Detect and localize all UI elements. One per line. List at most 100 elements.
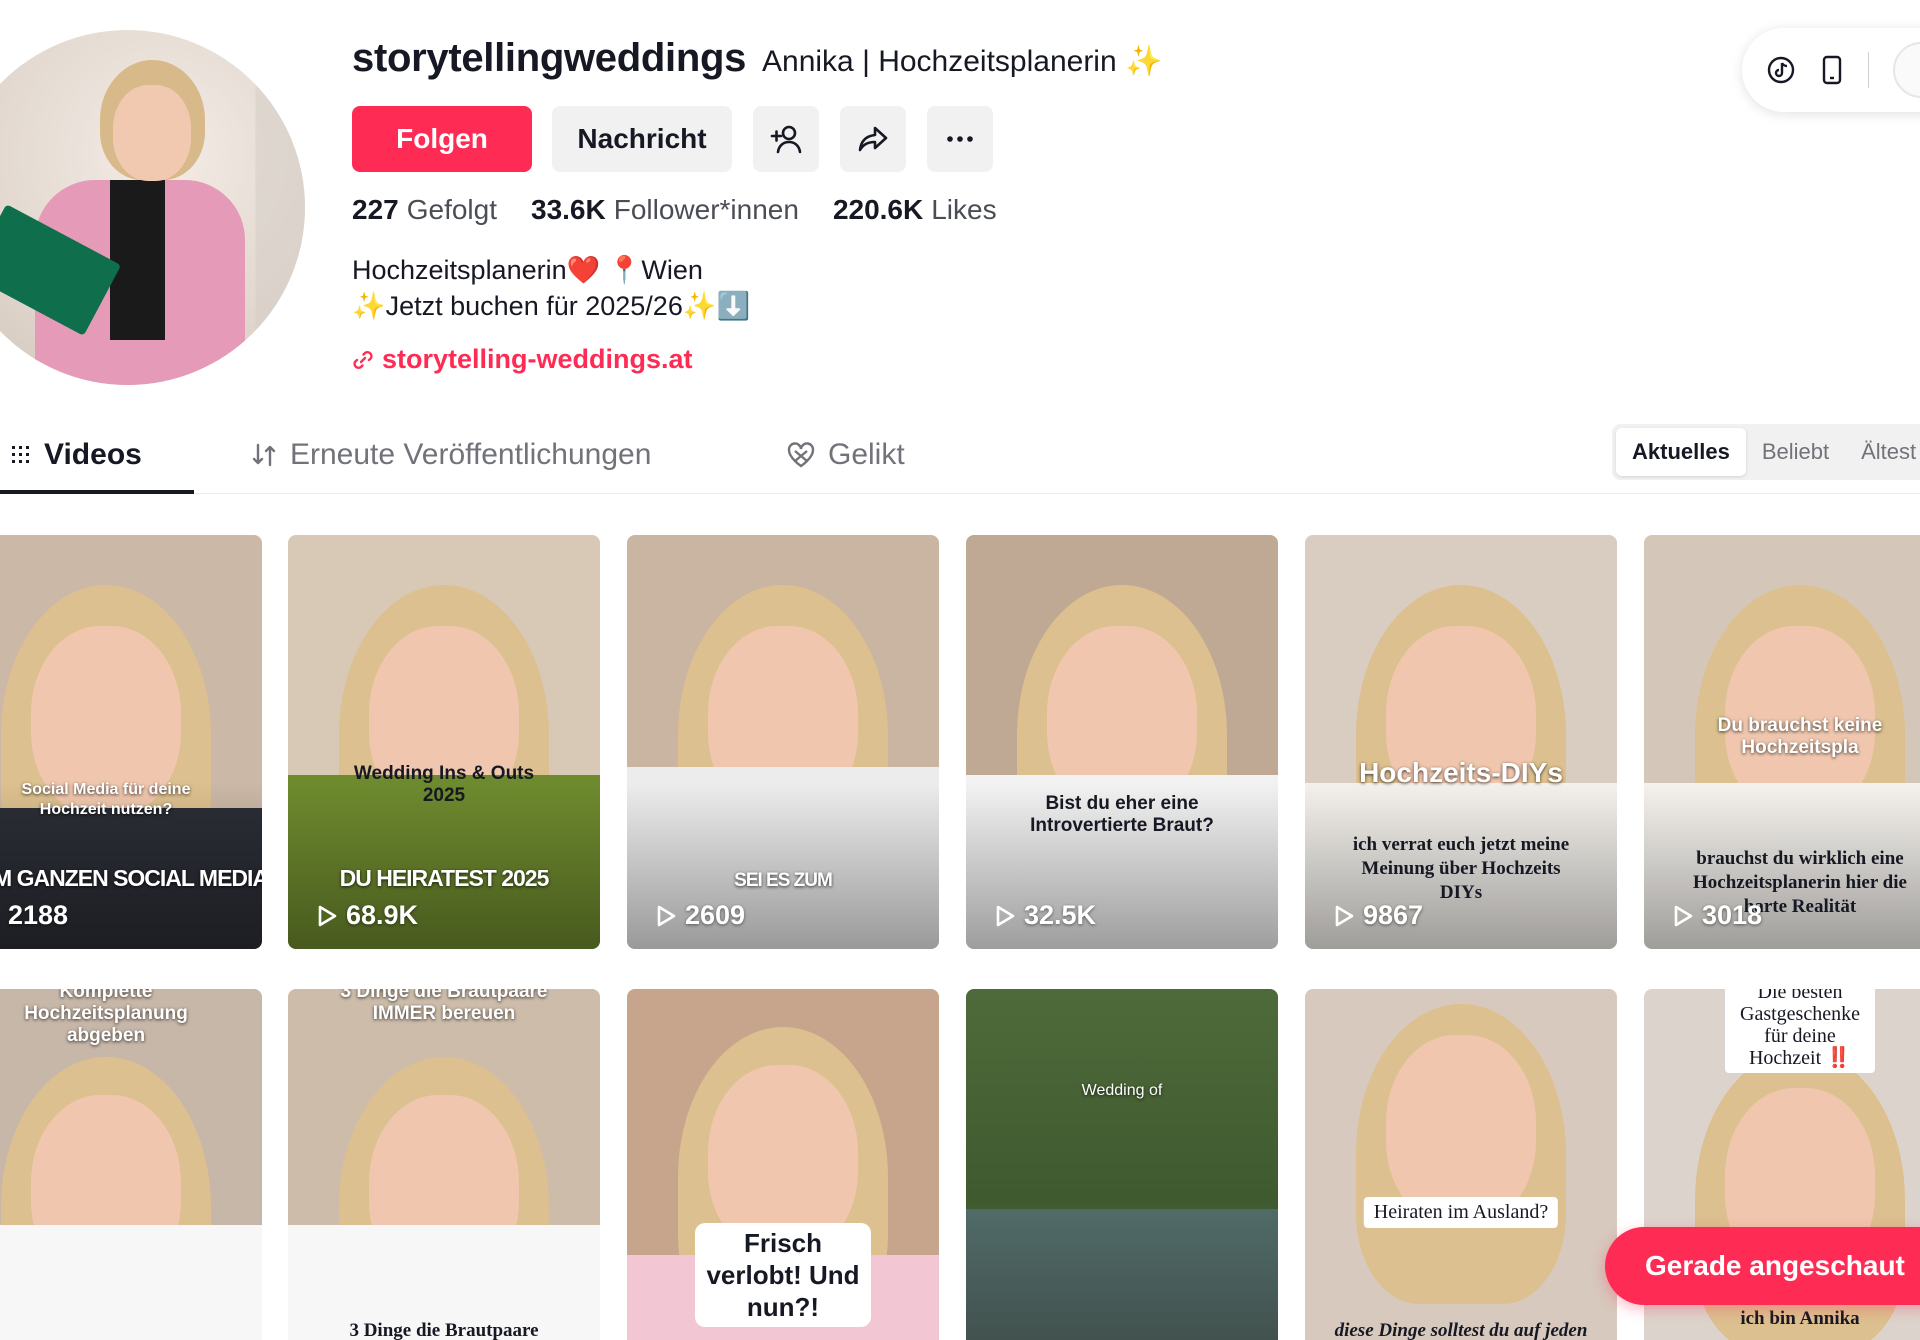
sort-toggle: Aktuelles Beliebt Ältest <box>1612 424 1920 480</box>
view-count: 9867 <box>1333 900 1423 931</box>
sparkle-emoji: ✨ <box>1125 45 1163 78</box>
video-caption: Komplette Hochzeitsplanung abgeben <box>24 989 188 1046</box>
play-icon <box>1335 905 1354 926</box>
profile-nickname: Annika | Hochzeitsplanerin ✨ <box>762 44 1162 79</box>
video-caption: Bist du eher eine Introvertierte Braut? <box>1030 793 1214 836</box>
video-caption: ich verrat euch jetzt meine Meinung über… <box>1352 834 1570 903</box>
video-caption-box: Die besten Gastgeschenke für deine Hochz… <box>1725 989 1875 1073</box>
thumbnail-guests <box>966 1209 1278 1340</box>
stat-value: 33.6K <box>531 194 606 225</box>
video-caption-box: Frisch verlobt! Und nun?! <box>695 1223 871 1327</box>
video-card[interactable]: SEI ES ZUM 2609 <box>627 535 939 949</box>
video-caption: Du brauchst keine Hochzeitspla <box>1717 715 1883 758</box>
tiktok-icon <box>1767 56 1795 84</box>
grid-icon <box>12 446 29 463</box>
stat-label: Follower*innen <box>613 194 799 225</box>
video-caption: Wedding of <box>1081 1082 1163 1099</box>
play-icon <box>996 905 1015 926</box>
video-caption-bold: ESEM GANZEN SOCIAL MEDIA <box>0 865 262 891</box>
more-options-button[interactable] <box>927 106 993 172</box>
profile-stats: 227 Gefolgt 33.6K Follower*innen 220.6K Lik… <box>352 194 997 226</box>
bio-line: Hochzeitsplanerin❤️ 📍Wien <box>352 255 703 285</box>
stat-label: Likes <box>931 194 997 225</box>
view-count: 68.9K <box>316 900 418 931</box>
tab-label: Erneute Veröffentlichungen <box>290 438 652 471</box>
bio-line: ✨Jetzt buchen für 2025/26✨⬇️ <box>352 291 751 321</box>
view-count-text: 3018 <box>1702 900 1763 930</box>
view-count-text: 32.5K <box>1024 900 1097 930</box>
video-card[interactable]: Wedding Ins & Outs 2025 DU HEIRATEST 202… <box>288 535 600 949</box>
message-button[interactable]: Nachricht <box>552 106 732 172</box>
view-count-text: 2609 <box>685 900 746 930</box>
play-icon <box>657 905 676 926</box>
tab-liked[interactable]: Gelikt <box>786 438 905 472</box>
recently-watched-button[interactable]: Gerade angeschaut <box>1605 1227 1920 1305</box>
sort-popular[interactable]: Beliebt <box>1746 428 1845 476</box>
video-card[interactable]: 3 Dinge die Brautpaare IMMER bereuen 3 D… <box>288 989 600 1340</box>
video-caption: Social Media für deine Hochzeit nutzen? <box>21 781 191 818</box>
view-count-text: 9867 <box>1363 900 1424 930</box>
view-count: 32.5K <box>994 900 1096 931</box>
video-caption: 3 Dinge die Brautpaare <box>349 1320 539 1340</box>
stat-value: 227 <box>352 194 399 225</box>
tab-videos[interactable]: Videos <box>10 438 142 472</box>
stat-value: 220.6K <box>832 194 924 225</box>
share-icon <box>858 126 888 152</box>
profile-link[interactable]: storytelling-weddings.at <box>352 344 693 375</box>
more-icon <box>947 136 973 142</box>
add-friend-icon <box>770 125 802 154</box>
stat-followers[interactable]: 33.6K Follower*innen <box>531 194 799 226</box>
view-count: 3018 <box>1672 900 1762 931</box>
video-caption-title: Hochzeits-DIYs <box>1359 757 1563 788</box>
view-count-text: 68.9K <box>346 900 419 930</box>
stat-likes: 220.6K Likes <box>833 194 997 226</box>
video-card[interactable]: Bist du eher eine Introvertierte Braut? … <box>966 535 1278 949</box>
share-button[interactable] <box>840 106 906 172</box>
nickname-text: Annika | Hochzeitsplanerin <box>762 45 1117 78</box>
video-caption: ich bin Annika <box>1740 1308 1860 1329</box>
tab-label: Videos <box>44 438 142 471</box>
video-caption: Wedding Ins & Outs 2025 <box>353 763 535 806</box>
link-text: storytelling-weddings.at <box>382 344 693 374</box>
phone-icon <box>1822 55 1842 85</box>
mini-avatar[interactable] <box>1893 42 1920 98</box>
profile-username: storytellingweddings <box>352 36 747 80</box>
repost-icon <box>252 443 276 467</box>
pill-divider <box>1868 52 1869 88</box>
video-card[interactable]: Du brauchst keine Hochzeitspla brauchst … <box>1644 535 1920 949</box>
profile-bio: Hochzeitsplanerin❤️ 📍Wien ✨Jetzt buchen … <box>352 252 750 324</box>
video-caption: 3 Dinge die Brautpaare IMMER bereuen <box>340 989 548 1024</box>
video-card[interactable]: Komplette Hochzeitsplanung abgeben <box>0 989 262 1340</box>
active-tab-underline <box>0 490 194 494</box>
avatar-top <box>110 180 165 340</box>
video-caption-bold: DU HEIRATEST 2025 <box>339 865 550 891</box>
link-icon <box>353 350 373 369</box>
sort-oldest[interactable]: Ältest <box>1845 428 1920 476</box>
view-count-text: 2188 <box>8 900 69 930</box>
sort-latest[interactable]: Aktuelles <box>1616 428 1746 476</box>
app-download-pill[interactable] <box>1742 28 1920 112</box>
video-card[interactable]: Wedding of <box>966 989 1278 1340</box>
play-icon <box>1674 905 1693 926</box>
video-caption-box: Heiraten im Ausland? <box>1363 1197 1559 1228</box>
toast-label: Gerade angeschaut <box>1645 1250 1905 1281</box>
view-count: 2609 <box>655 900 745 931</box>
profile-avatar[interactable] <box>0 30 305 385</box>
stat-label: Gefolgt <box>406 194 497 225</box>
tab-reposts[interactable]: Erneute Veröffentlichungen <box>250 438 651 472</box>
thumbnail-shirt <box>0 1224 262 1340</box>
follow-button[interactable]: Folgen <box>352 106 532 172</box>
video-card[interactable]: Hochzeits-DIYs ich verrat euch jetzt mei… <box>1305 535 1617 949</box>
video-card[interactable]: Heiraten im Ausland? diese Dinge solltes… <box>1305 989 1617 1340</box>
video-card[interactable]: Social Media für deine Hochzeit nutzen? … <box>0 535 262 949</box>
stat-following[interactable]: 227 Gefolgt <box>352 194 497 226</box>
liked-heart-icon <box>787 442 815 468</box>
add-friend-button[interactable] <box>753 106 819 172</box>
video-card[interactable]: Frisch verlobt! Und nun?! <box>627 989 939 1340</box>
play-icon <box>318 905 337 926</box>
video-caption: diese Dinge solltest du auf jeden <box>1334 1320 1588 1340</box>
view-count: 2188 <box>8 900 68 931</box>
tab-label: Gelikt <box>828 438 905 471</box>
video-caption-bold: SEI ES ZUM <box>734 870 833 891</box>
avatar-face <box>113 85 191 181</box>
